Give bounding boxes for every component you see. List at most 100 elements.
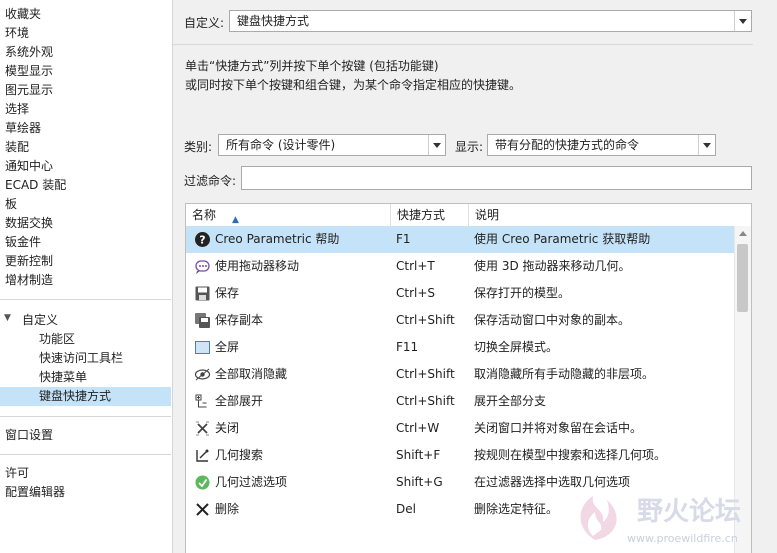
expand-all-icon bbox=[194, 393, 211, 410]
sidebar-item-assembly[interactable]: 装配 bbox=[5, 138, 29, 157]
sidebar-item-ribbon[interactable]: 功能区 bbox=[39, 330, 75, 349]
sidebar-item-quick-access-toolbar[interactable]: 快速访问工具栏 bbox=[39, 349, 123, 368]
help-icon: ? bbox=[194, 231, 211, 248]
table-row[interactable]: 关闭 Ctrl+W 关闭窗口并将对象留在会话中。 bbox=[186, 415, 734, 442]
cell-name: Creo Parametric 帮助 bbox=[215, 232, 340, 246]
delete-icon bbox=[194, 501, 211, 518]
sidebar-item-additive-manufacturing[interactable]: 增材制造 bbox=[5, 271, 53, 290]
scroll-up-icon[interactable] bbox=[739, 231, 747, 236]
cell-name: 几何过滤选项 bbox=[215, 475, 288, 489]
cell-shortcut[interactable]: Ctrl+W bbox=[396, 415, 439, 442]
cell-name: 全屏 bbox=[215, 340, 240, 354]
display-dropdown-value: 带有分配的快捷方式的命令 bbox=[495, 138, 640, 152]
table-row[interactable]: 全屏 F11 切换全屏模式。 bbox=[186, 334, 734, 361]
sidebar-item-ecad-assembly[interactable]: ECAD 装配 bbox=[5, 176, 66, 195]
sidebar-item-notification-center[interactable]: 通知中心 bbox=[5, 157, 53, 176]
table-row[interactable]: 全部展开 Ctrl+Shift 展开全部分支 bbox=[186, 388, 734, 415]
display-label: 显示: bbox=[455, 140, 484, 154]
customize-label: 自定义: bbox=[184, 16, 225, 30]
sidebar-item-sketcher[interactable]: 草绘器 bbox=[5, 119, 41, 138]
sidebar-item-update-control[interactable]: 更新控制 bbox=[5, 252, 53, 271]
sidebar-item-customize[interactable]: 自定义 bbox=[22, 311, 58, 330]
cell-name: 几何搜索 bbox=[215, 448, 264, 462]
cell-description: 关闭窗口并将对象留在会话中。 bbox=[474, 421, 643, 435]
cell-description: 保存打开的模型。 bbox=[474, 286, 571, 300]
sidebar-item-board[interactable]: 板 bbox=[5, 195, 17, 214]
sidebar-item-favorites[interactable]: 收藏夹 bbox=[5, 5, 41, 24]
cell-description: 展开全部分支 bbox=[474, 394, 547, 408]
sidebar-item-entity-display[interactable]: 图元显示 bbox=[5, 81, 53, 100]
cell-description: 切换全屏模式。 bbox=[474, 340, 559, 354]
column-header-description[interactable]: 说明 bbox=[469, 204, 751, 226]
flame-logo-icon bbox=[580, 496, 617, 540]
table-row[interactable]: 全部取消隐藏 Ctrl+Shift 取消隐藏所有手动隐藏的非层项。 bbox=[186, 361, 734, 388]
cell-shortcut[interactable]: F1 bbox=[396, 226, 411, 253]
column-header-shortcut[interactable]: 快捷方式 bbox=[391, 204, 469, 226]
table-row[interactable]: 使用拖动器移动 Ctrl+T 使用 3D 拖动器来移动几何。 bbox=[186, 253, 734, 280]
collapse-triangle-icon[interactable]: ▼ bbox=[4, 313, 11, 323]
table-row[interactable]: ? Creo Parametric 帮助 F1 使用 Creo Parametric … bbox=[186, 226, 734, 253]
sidebar-item-system-appearance[interactable]: 系统外观 bbox=[5, 43, 53, 62]
sidebar-item-config-editor[interactable]: 配置编辑器 bbox=[5, 483, 65, 502]
sidebar-item-window-settings[interactable]: 窗口设置 bbox=[5, 426, 53, 445]
save-icon bbox=[194, 285, 211, 302]
cell-name: 关闭 bbox=[215, 421, 240, 435]
sidebar-item-keyboard-shortcuts[interactable]: 键盘快捷方式 bbox=[0, 387, 171, 406]
cell-description: 使用 Creo Parametric 获取帮助 bbox=[474, 232, 651, 246]
sidebar-item-model-display[interactable]: 模型显示 bbox=[5, 62, 53, 81]
cell-shortcut[interactable]: Ctrl+S bbox=[396, 280, 435, 307]
forum-watermark: 野火论坛 www.proewildfire.cn bbox=[580, 496, 741, 545]
customize-dropdown[interactable]: 键盘快捷方式 bbox=[229, 10, 752, 32]
column-header-label: 名称 bbox=[192, 208, 217, 222]
cell-description: 使用 3D 拖动器来移动几何。 bbox=[474, 259, 631, 273]
chevron-down-icon[interactable] bbox=[734, 11, 751, 31]
chevron-down-icon[interactable] bbox=[698, 135, 715, 155]
sidebar-divider bbox=[0, 299, 171, 300]
instructions-line1: 单击“快捷方式”列并按下单个按键 (包括功能键) bbox=[185, 59, 439, 73]
cell-shortcut[interactable]: Ctrl+Shift bbox=[396, 361, 455, 388]
cell-description: 按规则在模型中搜索和选择几何项。 bbox=[474, 448, 667, 462]
cell-description: 取消隐藏所有手动隐藏的非层项。 bbox=[474, 367, 655, 381]
dragger-icon bbox=[194, 258, 211, 275]
cell-shortcut[interactable]: Shift+G bbox=[396, 469, 443, 496]
column-header-label: 说明 bbox=[475, 208, 500, 222]
table-header: 名称 ▲ 快捷方式 说明 bbox=[186, 204, 751, 227]
watermark-url: www.proewildfire.cn bbox=[627, 532, 738, 545]
cell-shortcut[interactable]: Del bbox=[396, 496, 416, 523]
cell-shortcut[interactable]: Shift+F bbox=[396, 442, 440, 469]
sidebar-item-sheetmetal[interactable]: 钣金件 bbox=[5, 233, 41, 252]
sidebar-item-environment[interactable]: 环境 bbox=[5, 24, 29, 43]
cell-name: 全部取消隐藏 bbox=[215, 367, 288, 381]
cell-name: 保存副本 bbox=[215, 313, 264, 327]
chevron-down-icon[interactable] bbox=[428, 135, 445, 155]
table-row[interactable]: 保存副本 Ctrl+Shift 保存活动窗口中对象的副本。 bbox=[186, 307, 734, 334]
sidebar-item-selection[interactable]: 选择 bbox=[5, 100, 29, 119]
customize-dropdown-value: 键盘快捷方式 bbox=[237, 14, 310, 28]
cell-shortcut[interactable]: Ctrl+T bbox=[396, 253, 435, 280]
cell-shortcut[interactable]: F11 bbox=[396, 334, 418, 361]
cell-name: 全部展开 bbox=[215, 394, 264, 408]
sidebar-item-shortcut-menus[interactable]: 快捷菜单 bbox=[39, 368, 87, 387]
column-header-name[interactable]: 名称 ▲ bbox=[186, 204, 391, 226]
category-label: 类别: bbox=[184, 140, 213, 154]
sidebar-item-license[interactable]: 许可 bbox=[5, 464, 29, 483]
cell-shortcut[interactable]: Ctrl+Shift bbox=[396, 307, 455, 334]
geometry-search-icon bbox=[194, 447, 211, 464]
category-dropdown[interactable]: 所有命令 (设计零件) bbox=[218, 134, 446, 156]
scrollbar-thumb[interactable] bbox=[737, 244, 748, 312]
cell-shortcut[interactable]: Ctrl+Shift bbox=[396, 388, 455, 415]
fullscreen-icon bbox=[194, 339, 211, 356]
unhide-icon bbox=[194, 366, 211, 383]
table-row[interactable]: 几何搜索 Shift+F 按规则在模型中搜索和选择几何项。 bbox=[186, 442, 734, 469]
watermark-title: 野火论坛 bbox=[637, 497, 741, 527]
sidebar-divider bbox=[0, 416, 171, 417]
close-icon bbox=[194, 420, 211, 437]
table-row[interactable]: 保存 Ctrl+S 保存打开的模型。 bbox=[186, 280, 734, 307]
options-sidebar: 收藏夹 环境 系统外观 模型显示 图元显示 选择 草绘器 装配 通知中心 ECA… bbox=[0, 0, 173, 553]
geometry-filter-icon bbox=[194, 474, 211, 491]
display-dropdown[interactable]: 带有分配的快捷方式的命令 bbox=[487, 134, 716, 156]
filter-label: 过滤命令: bbox=[184, 174, 237, 188]
filter-commands-input[interactable] bbox=[241, 166, 752, 190]
sidebar-item-data-exchange[interactable]: 数据交换 bbox=[5, 214, 53, 233]
cell-name: 删除 bbox=[215, 502, 240, 516]
